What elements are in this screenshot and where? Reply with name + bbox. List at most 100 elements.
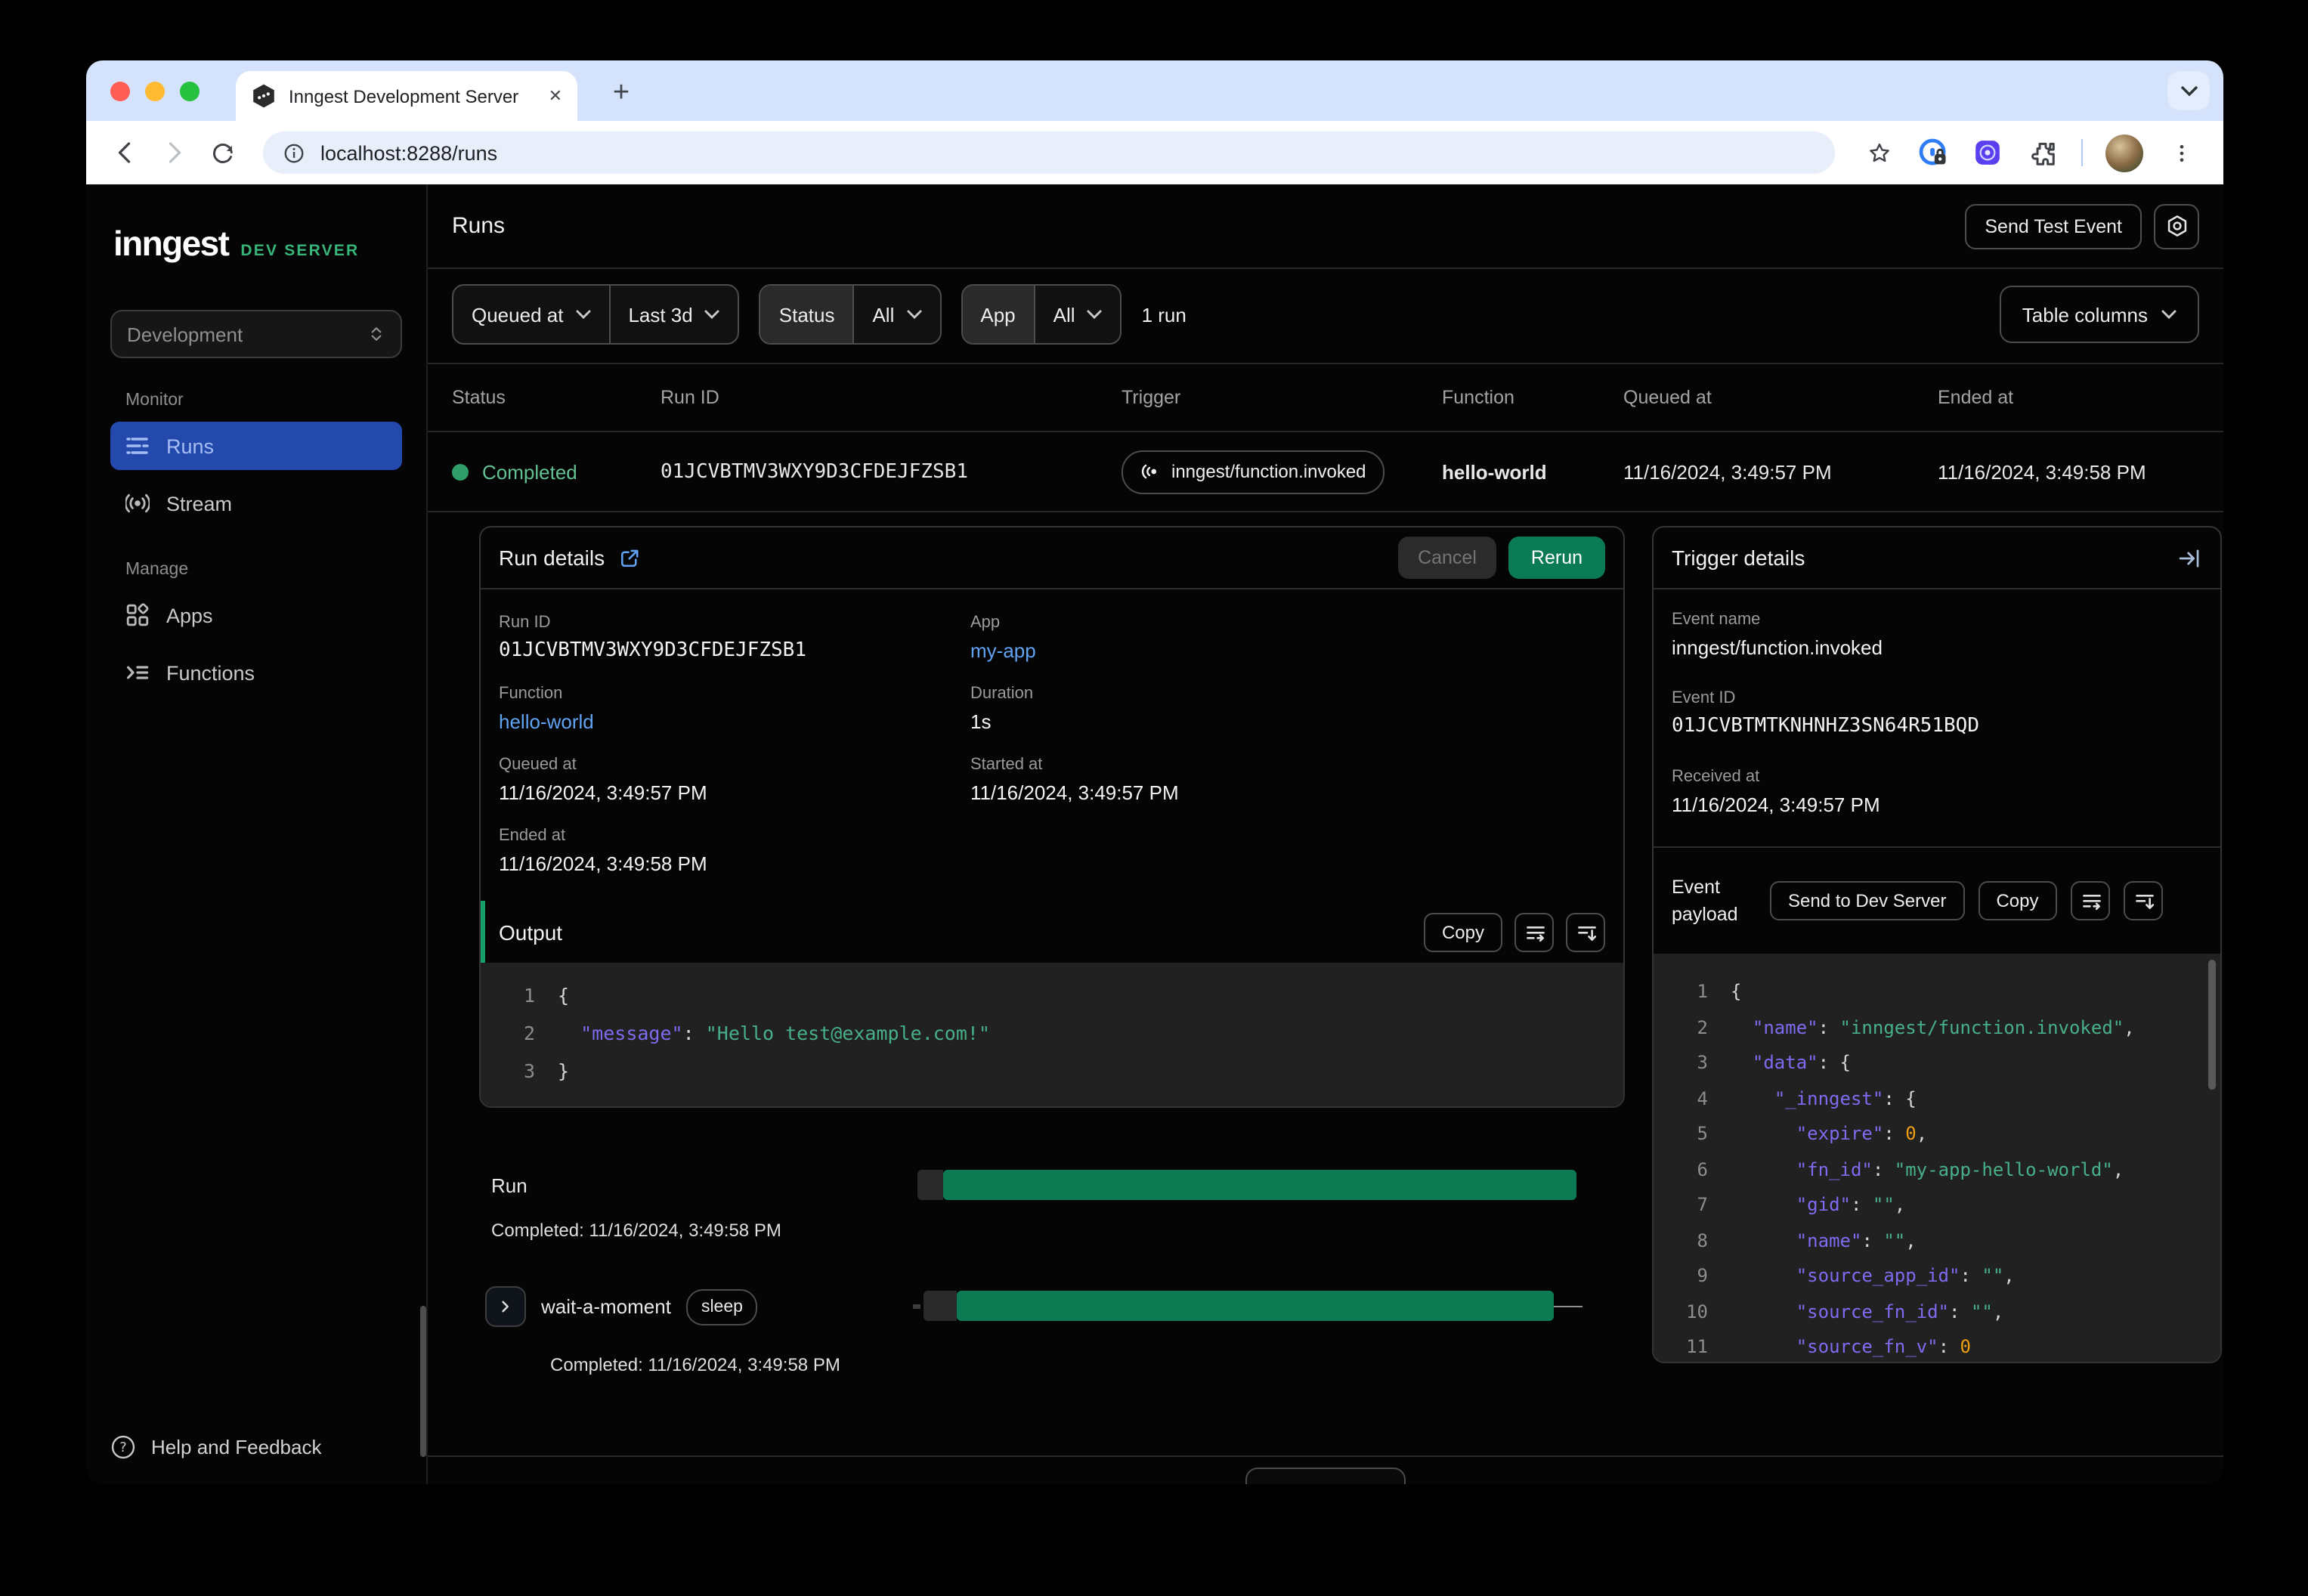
event-payload-header: Event payload Send to Dev Server Copy: [1654, 848, 2220, 954]
field-event-id: Event ID 01JCVBTMTKNHNHZ3SN64R51BQD: [1672, 689, 2202, 738]
environment-select-value: Development: [127, 323, 243, 345]
section-label-manage: Manage: [125, 561, 189, 579]
status-filter-dropdown[interactable]: All: [852, 286, 939, 343]
output-copy-button[interactable]: Copy: [1423, 912, 1502, 951]
status-dot: [452, 463, 469, 480]
output-title: Output: [499, 920, 563, 944]
rerun-button[interactable]: Rerun: [1508, 537, 1605, 579]
partially-visible-button[interactable]: [1245, 1468, 1406, 1484]
output-code-block[interactable]: 1{2 "message": "Hello test@example.com!"…: [481, 963, 1623, 1106]
run-count: 1 run: [1141, 303, 1186, 326]
sidebar-item-stream[interactable]: Stream: [110, 479, 402, 527]
payload-copy-button[interactable]: Copy: [1978, 881, 2057, 920]
column-header-status[interactable]: Status: [452, 387, 661, 408]
minimize-window-button[interactable]: [145, 82, 165, 101]
time-range-dropdown[interactable]: Last 3d: [608, 286, 738, 343]
run-id-cell: 01JCVBTMV3WXY9D3CFDEJFZSB1: [661, 460, 968, 483]
event-name-value: inngest/function.invoked: [1672, 636, 1883, 659]
bookmark-star-icon[interactable]: [1861, 135, 1897, 171]
column-header-run-id[interactable]: Run ID: [661, 387, 1122, 408]
forward-icon[interactable]: [154, 133, 193, 172]
payload-scroll-to-bottom-button[interactable]: [2123, 881, 2163, 920]
trigger-details-header: Trigger details: [1654, 527, 2220, 589]
table-columns-button[interactable]: Table columns: [1999, 286, 2199, 343]
cancel-button[interactable]: Cancel: [1398, 537, 1496, 579]
extensions-puzzle-icon[interactable]: [2024, 135, 2060, 171]
zoom-window-button[interactable]: [180, 82, 200, 101]
browser-window: Inngest Development Server ✕ + localhost…: [86, 60, 2223, 1484]
scroll-down-icon: [2135, 895, 2154, 909]
sidebar-item-functions[interactable]: Functions: [110, 648, 402, 697]
time-range-value: Last 3d: [628, 303, 693, 326]
browser-menu-icon[interactable]: [2163, 135, 2199, 171]
external-link-icon[interactable]: [618, 546, 641, 569]
sidebar-item-apps[interactable]: Apps: [110, 591, 402, 639]
apps-icon: [126, 603, 149, 626]
step-bar-endline: [1554, 1305, 1582, 1307]
step-progress-bar[interactable]: [913, 1291, 1582, 1321]
profile-avatar[interactable]: [2105, 134, 2143, 172]
tab-close-icon[interactable]: ✕: [549, 86, 562, 106]
payload-word-wrap-button[interactable]: [2070, 881, 2110, 920]
timeline-run-label: Run: [491, 1174, 527, 1197]
window-controls[interactable]: [110, 82, 200, 101]
purple-extension-icon[interactable]: [1969, 135, 2006, 171]
send-test-event-button[interactable]: Send Test Event: [1965, 203, 2142, 249]
trigger-event-name: inngest/function.invoked: [1171, 461, 1366, 482]
scroll-to-bottom-button[interactable]: [1566, 912, 1605, 951]
content-scrollbar-thumb[interactable]: [420, 1306, 426, 1457]
monitor-nav: Runs Stream: [110, 422, 402, 527]
column-header-ended-at[interactable]: Ended at: [1938, 387, 2199, 408]
runs-table-header: Status Run ID Trigger Function Queued at…: [428, 364, 2223, 432]
code-line: 2 "name": "inngest/function.invoked",: [1697, 1016, 2135, 1038]
queued-at-cell: 11/16/2024, 3:49:57 PM: [1623, 460, 1832, 483]
word-wrap-icon: [2082, 895, 2101, 911]
app-link[interactable]: my-app: [970, 639, 1605, 662]
site-info-icon[interactable]: [283, 141, 305, 164]
url-text[interactable]: localhost:8288/runs: [320, 141, 497, 164]
sidebar-item-label: Runs: [166, 435, 215, 457]
step-queue-segment: [924, 1291, 957, 1321]
new-tab-button[interactable]: +: [603, 76, 639, 112]
payload-scrollbar-thumb[interactable]: [2208, 960, 2216, 1090]
app-filter-dropdown[interactable]: All: [1033, 286, 1121, 343]
tab-title: Inngest Development Server: [289, 85, 519, 107]
function-link[interactable]: hello-world: [499, 710, 970, 733]
column-header-function[interactable]: Function: [1442, 387, 1623, 408]
step-name: wait-a-moment: [541, 1295, 671, 1318]
time-field-dropdown[interactable]: Queued at: [453, 286, 608, 343]
field-started-at: Started at 11/16/2024, 3:49:57 PM: [970, 756, 1605, 804]
back-icon[interactable]: [106, 133, 145, 172]
expand-step-button[interactable]: [485, 1286, 526, 1327]
field-ended-at: Ended at 11/16/2024, 3:49:58 PM: [499, 827, 970, 875]
sidebar-item-label: Apps: [166, 604, 213, 626]
settings-button[interactable]: [2154, 203, 2199, 249]
logo-row: inngest DEV SERVER: [113, 224, 402, 264]
run-details-column: Run details Cancel Rerun Run ID 01JCVBTM…: [479, 526, 1625, 1395]
column-header-trigger[interactable]: Trigger: [1122, 387, 1442, 408]
word-wrap-button[interactable]: [1514, 912, 1554, 951]
browser-tab[interactable]: Inngest Development Server ✕: [236, 71, 577, 121]
trigger-event-pill[interactable]: inngest/function.invoked: [1122, 450, 1384, 493]
code-line: 8 "name": "",: [1697, 1229, 1917, 1251]
select-chevrons-icon: [371, 327, 382, 341]
close-window-button[interactable]: [110, 82, 130, 101]
reload-icon[interactable]: [203, 133, 242, 172]
table-row[interactable]: Completed 01JCVBTMV3WXY9D3CFDEJFZSB1 inn…: [428, 432, 2223, 512]
send-to-dev-server-button[interactable]: Send to Dev Server: [1770, 881, 1965, 920]
time-filter: Queued at Last 3d: [452, 284, 740, 345]
help-and-feedback[interactable]: ? Help and Feedback: [110, 1434, 322, 1460]
functions-icon: [127, 666, 149, 679]
collapse-panel-icon[interactable]: [2177, 545, 2202, 571]
run-progress-bar[interactable]: [917, 1170, 1576, 1200]
column-header-queued-at[interactable]: Queued at: [1623, 387, 1938, 408]
url-bar[interactable]: localhost:8288/runs: [263, 131, 1835, 174]
tab-search-chevron-icon[interactable]: [2167, 71, 2210, 110]
environment-select[interactable]: Development: [110, 310, 402, 358]
gear-icon: [2167, 215, 2187, 237]
toolbar-divider: [2081, 139, 2083, 166]
sidebar-item-runs[interactable]: Runs: [110, 422, 402, 470]
code-line: 2 "message": "Hello test@example.com!": [523, 1022, 991, 1044]
password-manager-extension-icon[interactable]: [1915, 135, 1951, 171]
event-payload-code-block[interactable]: 1{2 "name": "inngest/function.invoked", 3…: [1654, 954, 2220, 1362]
